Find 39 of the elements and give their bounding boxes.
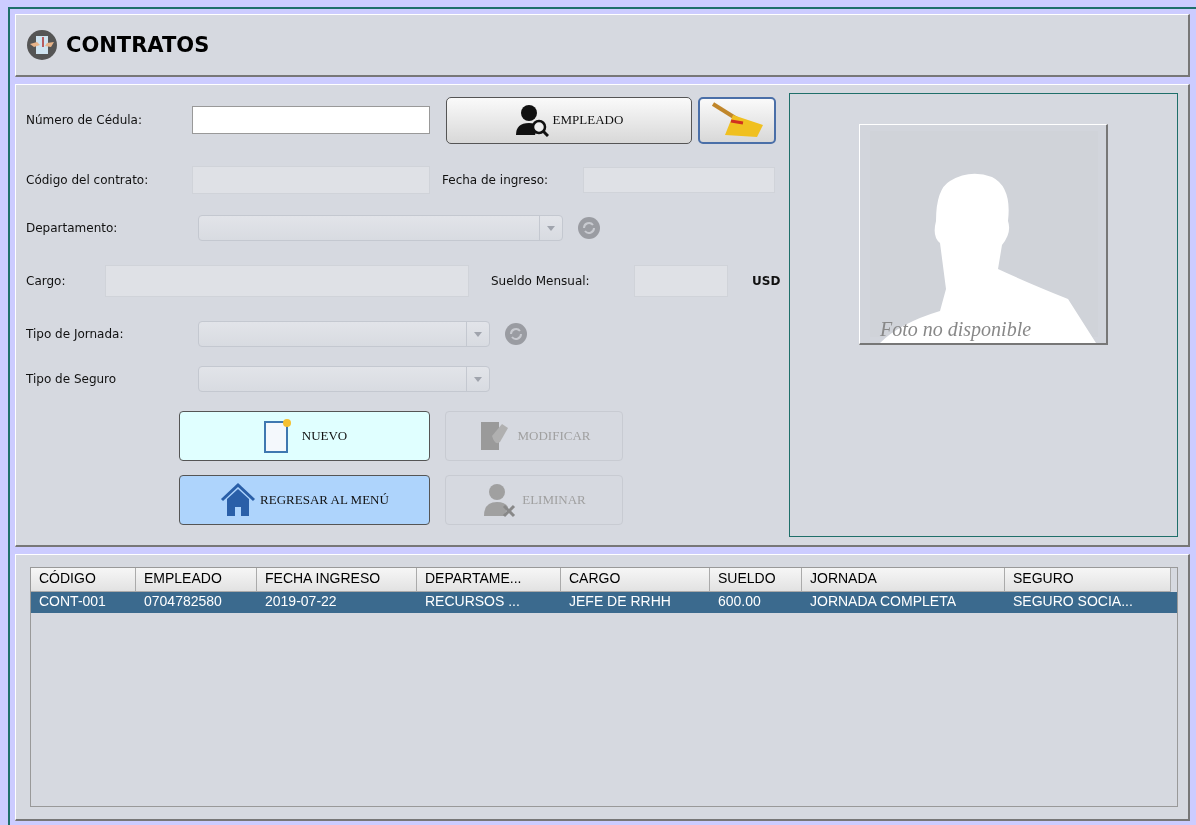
dropdown-arrow-icon bbox=[474, 331, 482, 337]
field-label: Fecha de ingreso: bbox=[442, 173, 550, 187]
table-cell-text: CONT-001 bbox=[38, 592, 107, 611]
new-button[interactable]: NUEVO bbox=[179, 411, 430, 461]
field-label: Tipo de Seguro bbox=[26, 372, 118, 386]
window-title: CONTRATOS bbox=[66, 33, 210, 57]
column-header[interactable]: CARGO bbox=[561, 568, 710, 592]
table-cell-text: RECURSOS ... bbox=[424, 592, 521, 611]
input-field[interactable] bbox=[192, 106, 430, 134]
employee-search-button[interactable]: EMPLEADO bbox=[446, 96, 692, 144]
field-label: Departamento: bbox=[26, 221, 119, 235]
column-header[interactable]: JORNADA bbox=[802, 568, 1005, 592]
table-cell-text: 600.00 bbox=[717, 592, 762, 611]
photo-caption: Foto no disponible bbox=[880, 318, 1032, 341]
house-icon bbox=[220, 482, 257, 518]
field-label: Tipo de Jornada: bbox=[26, 327, 125, 341]
table-cell-text: JORNADA COMPLETA bbox=[809, 592, 957, 611]
dropdown-arrow-icon bbox=[547, 225, 555, 231]
column-header[interactable]: EMPLEADO bbox=[136, 568, 257, 592]
currency-label: USD bbox=[752, 274, 781, 288]
table-cell-text: 0704782580 bbox=[143, 592, 223, 611]
column-header[interactable]: FECHA INGRESO bbox=[257, 568, 417, 592]
table-cell-text: SEGURO SOCIA... bbox=[1012, 592, 1134, 611]
table-row[interactable]: CONT-001 0704782580 2019-07-22 RECURSOS ... JEFE DE RRHH 600.00 JORNADA COMPLETA SEGURO SOCIA... bbox=[31, 592, 1177, 613]
back-to-menu-button[interactable]: REGRESAR AL MENÚ bbox=[179, 475, 430, 525]
field-label: Código del contrato: bbox=[26, 173, 150, 187]
user-search-icon bbox=[514, 103, 549, 137]
column-header[interactable]: DEPARTAME... bbox=[417, 568, 561, 592]
contract-icon bbox=[26, 29, 58, 61]
column-header[interactable]: SEGURO bbox=[1005, 568, 1171, 592]
table-cell-text: 2019-07-22 bbox=[264, 592, 338, 611]
field-label: Sueldo Mensual: bbox=[491, 274, 591, 288]
field-label: Cargo: bbox=[26, 274, 67, 288]
column-header[interactable]: SUELDO bbox=[710, 568, 802, 592]
clear-button[interactable] bbox=[698, 96, 776, 144]
column-header[interactable]: CÓDIGO bbox=[31, 568, 136, 592]
field-label: Número de Cédula: bbox=[26, 113, 143, 127]
dropdown-arrow-icon bbox=[474, 376, 482, 382]
table-cell-text: JEFE DE RRHH bbox=[568, 592, 672, 611]
